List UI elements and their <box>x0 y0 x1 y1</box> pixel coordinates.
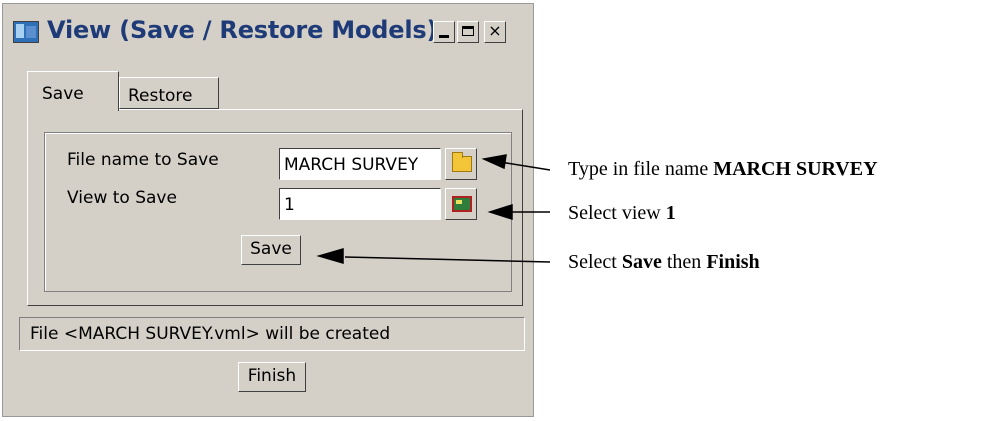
annotation-3-bold2: Finish <box>706 251 760 273</box>
tab-save[interactable]: Save <box>27 71 119 111</box>
annotation-1-text: Type in file name <box>568 158 714 180</box>
annotation-2-bold: 1 <box>665 202 676 224</box>
annotation-arrowhead-1 <box>481 154 507 170</box>
annotation-save-finish: Select Save then Finish <box>568 251 760 274</box>
annotation-file-name: Type in file name MARCH SURVEY <box>568 158 878 181</box>
annotation-2-text: Select view <box>568 202 666 224</box>
annotation-arrowhead-2 <box>487 203 513 221</box>
annotation-view: Select view 1 <box>568 202 676 225</box>
annotation-arrow-1 <box>499 161 551 171</box>
annotation-arrows <box>316 154 551 264</box>
annotation-1-bold: MARCH SURVEY <box>713 158 878 180</box>
annotation-3-text: Select <box>568 251 622 273</box>
annotation-arrow-3 <box>344 256 551 263</box>
tab-save-label: Save <box>42 84 84 104</box>
annotation-3-bold: Save <box>621 251 662 273</box>
annotation-3-middle: then <box>661 251 707 273</box>
annotation-arrowhead-3 <box>316 248 344 264</box>
